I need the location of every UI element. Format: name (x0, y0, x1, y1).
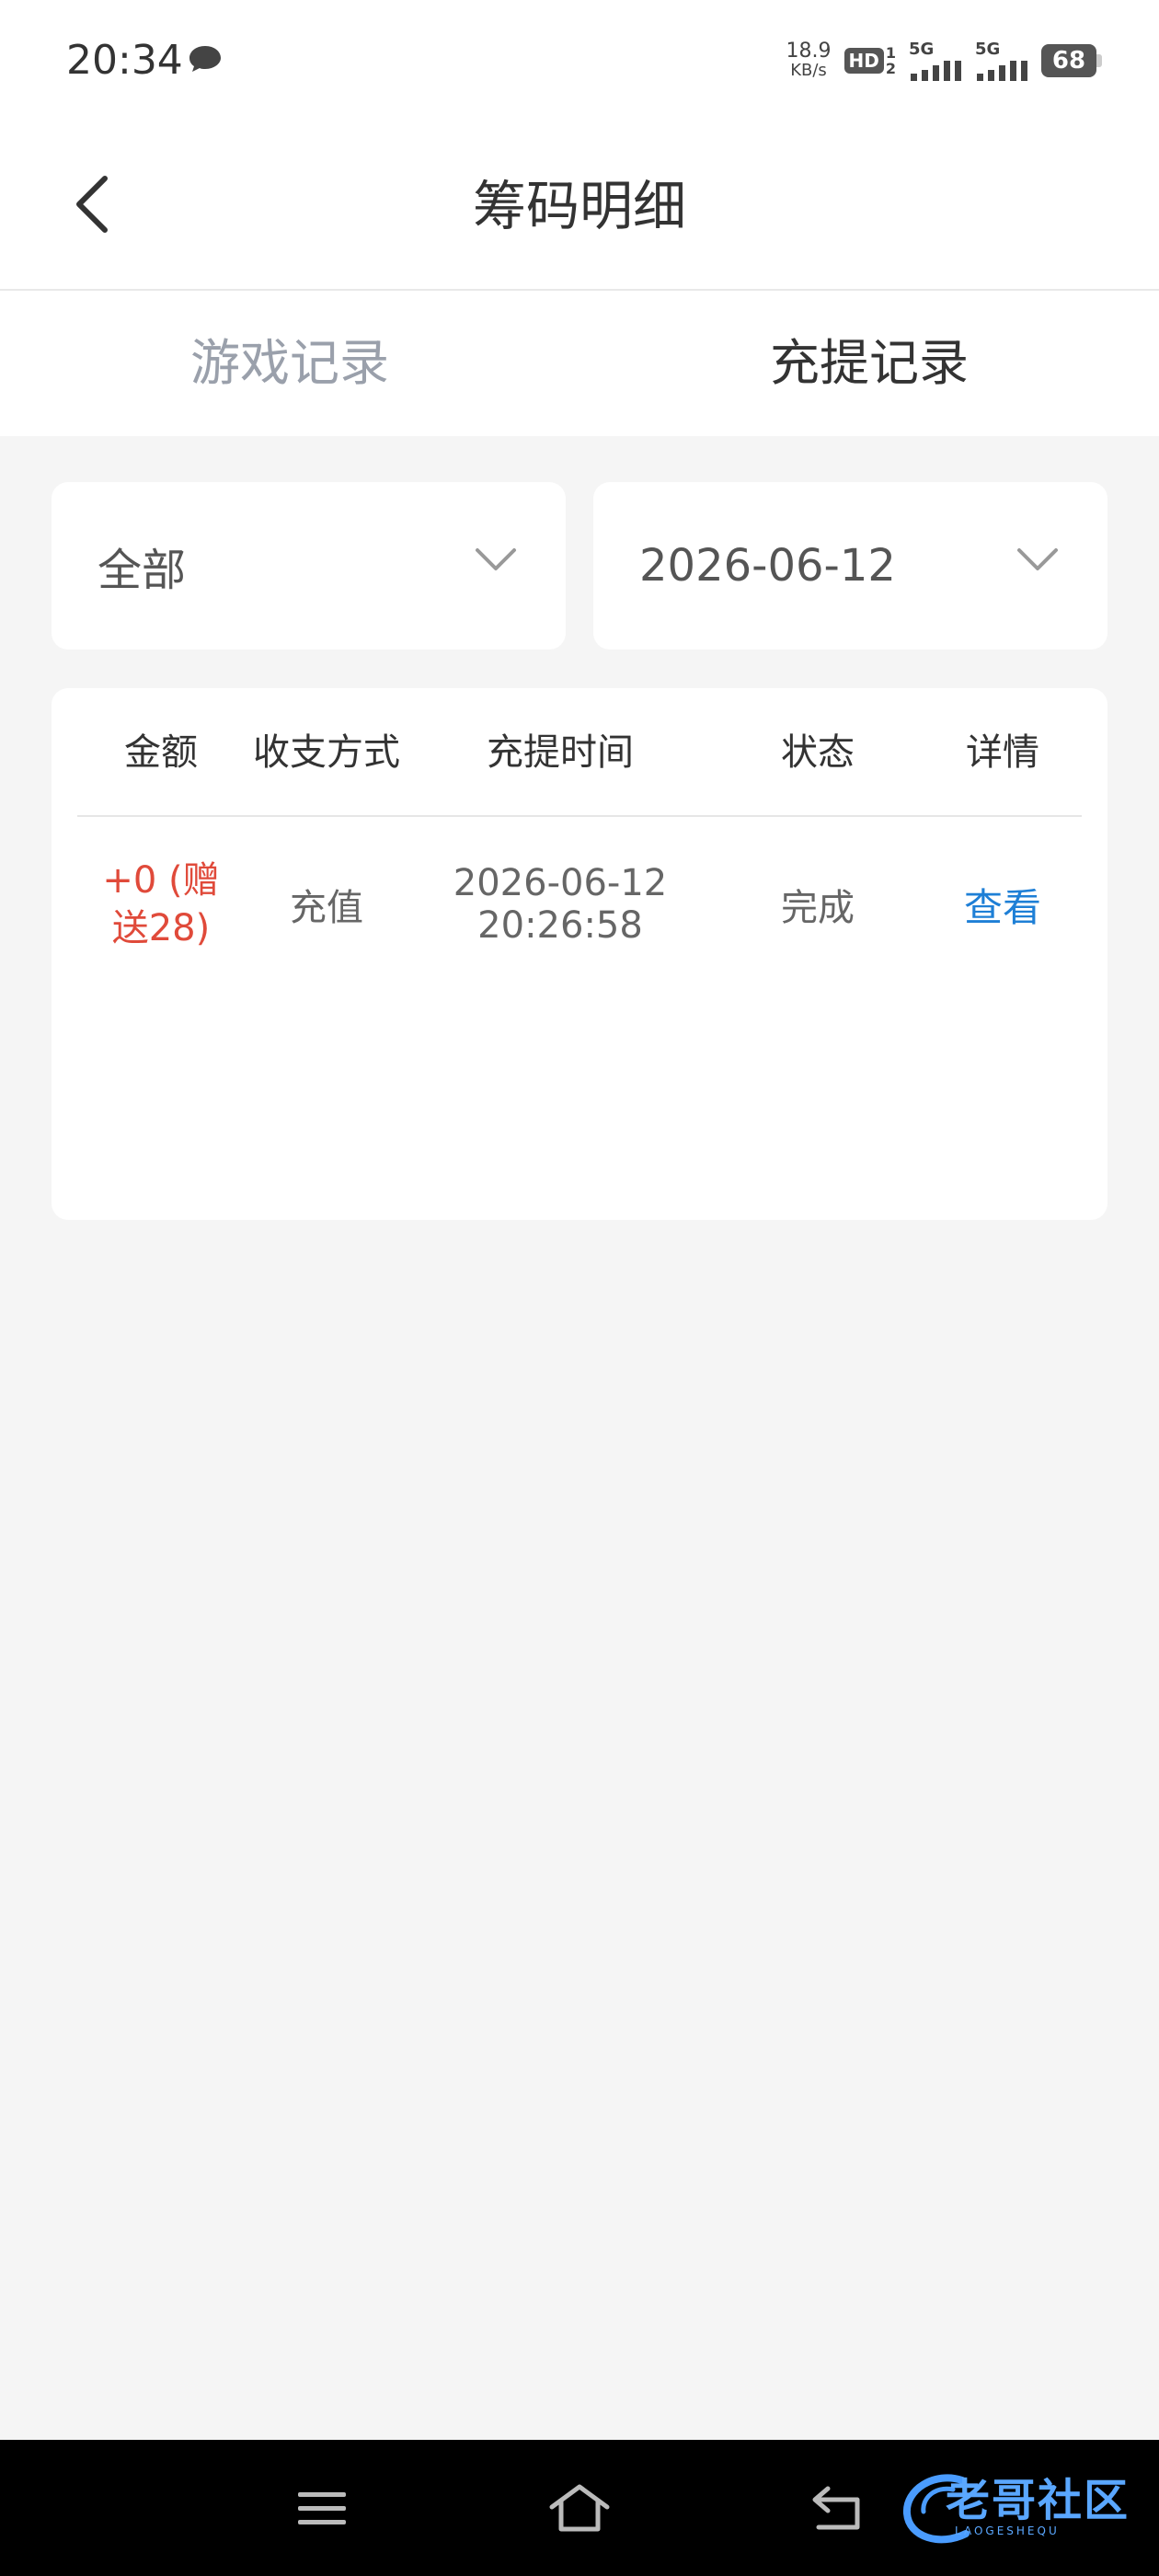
column-header-status: 状态 (781, 731, 855, 774)
signal-bars-icon (911, 61, 961, 81)
system-nav-bar: 老哥社区 LAOGESHEQU (0, 2440, 1159, 2576)
records-table: 金额 收支方式 充提时间 状态 详情 +0 (赠 送28) 充值 2026-06… (52, 688, 1107, 1220)
method-cell: 充值 (290, 887, 363, 929)
status-bar: 20:34 18.9 KB/s HD 1 2 5G 5G 68 (0, 0, 1159, 125)
type-filter-value: 全部 (98, 545, 187, 596)
tab-deposit-withdraw-records[interactable]: 充提记录 (580, 291, 1159, 436)
hd-label: HD (843, 48, 884, 74)
page-title: 筹码明细 (472, 175, 686, 237)
record-date: 2026-06-12 (453, 862, 668, 904)
filter-bar: 全部 2026-06-12 (52, 482, 1107, 650)
status-indicators: 18.9 KB/s HD 1 2 5G 5G 68 (786, 39, 1102, 83)
battery-icon: 68 (1041, 44, 1102, 77)
menu-icon (298, 2492, 346, 2524)
hd-badge: HD 1 2 (843, 45, 896, 76)
time-cell: 2026-06-12 20:26:58 (408, 817, 712, 992)
watermark-logo: 老哥社区 LAOGESHEQU (898, 2467, 1146, 2550)
net-speed-value: 18.9 (786, 40, 832, 63)
hd-sub-bottom: 2 (885, 60, 896, 77)
amount-line-2: 送28) (111, 907, 211, 949)
date-filter-dropdown[interactable]: 2026-06-12 (593, 482, 1107, 650)
view-detail-link[interactable]: 查看 (964, 877, 1041, 933)
battery-tip (1096, 54, 1102, 67)
net-speed-unit: KB/s (790, 61, 827, 80)
back-nav-button[interactable] (800, 2477, 874, 2541)
chevron-down-icon (476, 548, 516, 570)
home-button[interactable] (543, 2477, 616, 2541)
column-header-detail: 详情 (966, 731, 1039, 774)
signal-2: 5G (975, 40, 1028, 81)
battery-level: 68 (1041, 44, 1096, 77)
tab-game-records[interactable]: 游戏记录 (0, 291, 580, 436)
signal-1: 5G (909, 40, 962, 81)
column-header-time: 充提时间 (487, 731, 634, 774)
return-icon (812, 2486, 860, 2530)
header: 筹码明细 (0, 125, 1159, 291)
table-row: +0 (赠 送28) 充值 2026-06-12 20:26:58 完成 查看 (77, 817, 1082, 992)
chevron-down-icon (1017, 548, 1058, 570)
hd-sub-top: 1 (885, 44, 896, 62)
signal-1-label: 5G (909, 40, 935, 59)
detail-cell: 查看 (924, 817, 1082, 992)
signal-bars-icon (977, 61, 1027, 81)
amount-cell: +0 (赠 送28) (77, 817, 245, 992)
date-filter-value: 2026-06-12 (639, 540, 896, 592)
menu-button[interactable] (285, 2477, 359, 2541)
watermark-subtext: LAOGESHEQU (955, 2524, 1060, 2537)
watermark-text: 老哥社区 (946, 2475, 1130, 2526)
column-header-method: 收支方式 (253, 731, 400, 774)
status-cell: 完成 (781, 887, 855, 929)
column-header-amount: 金额 (124, 731, 198, 774)
status-time: 20:34 (66, 37, 183, 84)
type-filter-dropdown[interactable]: 全部 (52, 482, 566, 650)
message-icon (189, 46, 221, 72)
table-header: 金额 收支方式 充提时间 状态 详情 (77, 688, 1082, 817)
signal-2-label: 5G (975, 40, 1001, 59)
net-speed: 18.9 KB/s (786, 41, 832, 80)
home-icon (549, 2484, 610, 2532)
hd-sub: 1 2 (886, 45, 896, 76)
amount-line-1: +0 (赠 (102, 859, 220, 902)
tab-bar: 游戏记录 充提记录 (0, 291, 1159, 436)
record-time: 20:26:58 (477, 904, 643, 947)
